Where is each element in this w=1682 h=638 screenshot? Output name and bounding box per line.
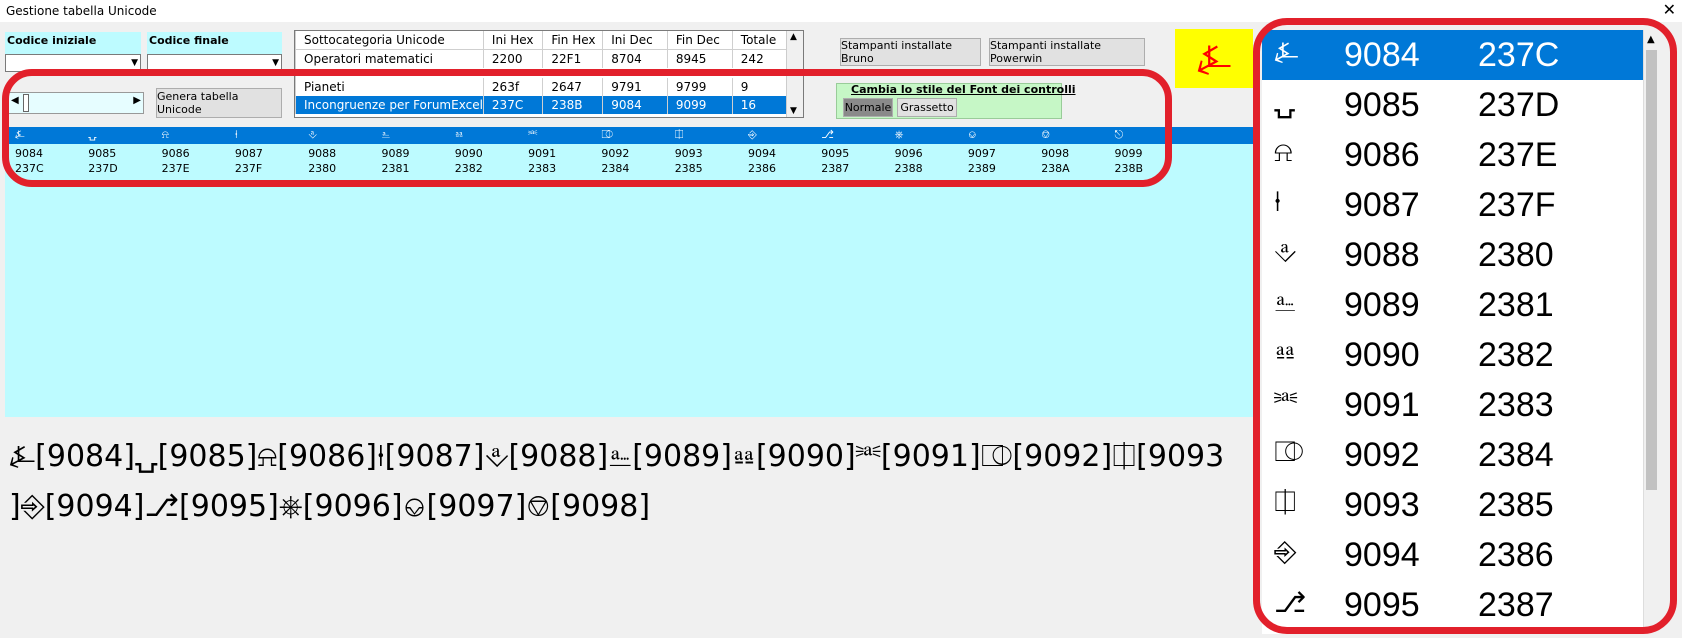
table-cell: Operatori matematici <box>295 49 484 68</box>
col-header: Sottocategoria Unicode <box>295 31 484 50</box>
col-header: Ini Hex <box>482 31 543 50</box>
close-icon[interactable]: ✕ <box>1663 0 1676 19</box>
printers-powerwin-button[interactable]: Stampanti installate Powerwin <box>989 38 1145 66</box>
table-row[interactable]: Operatori matematici 2200 22F1 8704 8945… <box>295 49 787 68</box>
chevron-down-icon[interactable]: ▼ <box>272 58 279 68</box>
col-header: Fin Hex <box>542 31 603 50</box>
text-line-2: ]⎆[9094]⎇[9095]⎈[9096]⎉[9097]⎊[9098] <box>9 489 651 524</box>
table-cell: 242 <box>731 49 787 68</box>
symbol-text-area[interactable]: ⍼[9084]⍽[9085]⍾[9086]⍿[9087]⎀[9088]⎁[908… <box>5 425 1253 635</box>
start-code-label: Codice iniziale <box>5 32 141 54</box>
chevron-down-icon[interactable]: ▼ <box>131 58 138 68</box>
highlight-frame-right <box>1253 18 1677 634</box>
highlight-frame-left <box>2 69 1172 187</box>
table-cell: 2200 <box>482 49 543 68</box>
table-cell: 8945 <box>666 49 733 68</box>
col-header: Ini Dec <box>602 31 668 50</box>
col-header: Totale <box>731 31 787 50</box>
scroll-up-icon[interactable]: ▲ <box>790 32 797 42</box>
text-line-1: ⍼[9084]⍽[9085]⍾[9086]⍿[9087]⎀[9088]⎁[908… <box>9 439 1225 474</box>
symbol-preview: ⍼ <box>1175 29 1253 88</box>
col-header: Fin Dec <box>666 31 733 50</box>
printers-bruno-button[interactable]: Stampanti installate Bruno <box>840 38 981 66</box>
window-title: Gestione tabella Unicode <box>6 4 157 18</box>
table-cell: 8704 <box>602 49 668 68</box>
table-cell: 22F1 <box>542 49 603 68</box>
end-code-label: Codice finale <box>147 32 282 54</box>
